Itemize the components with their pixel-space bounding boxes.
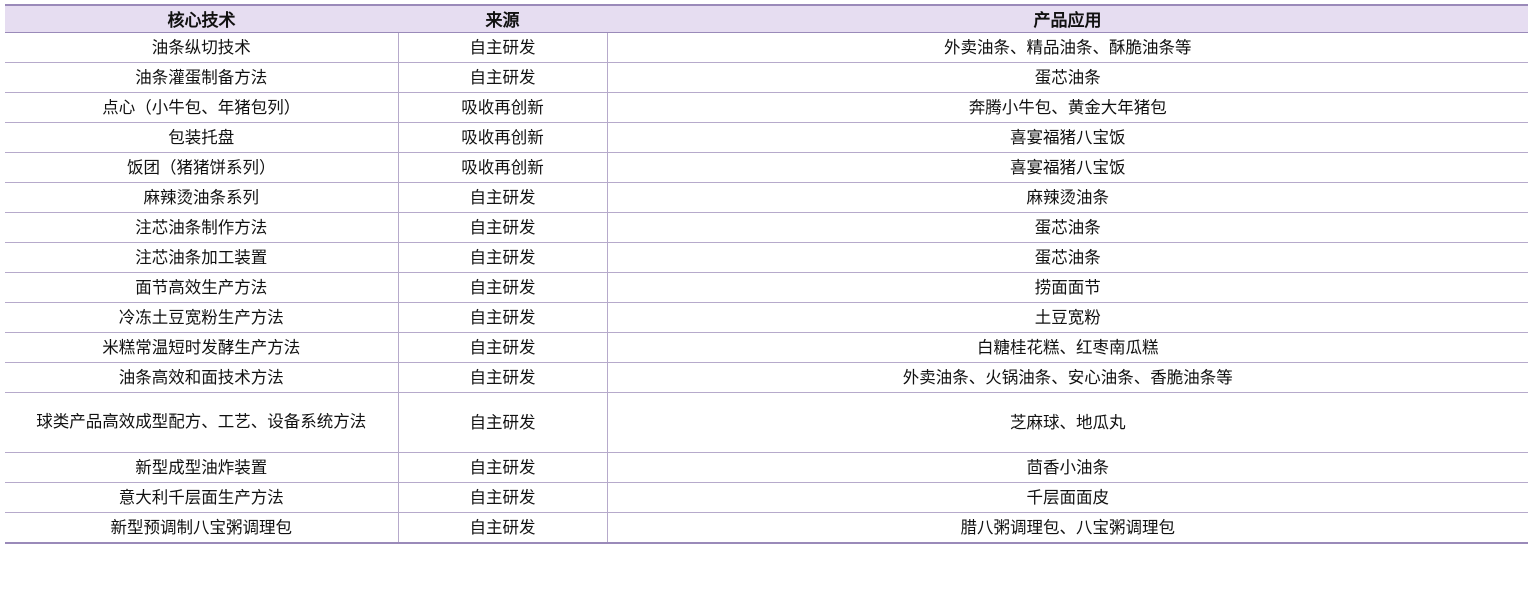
cell-technology: 面节高效生产方法: [5, 272, 398, 303]
cell-application: 喜宴福猪八宝饭: [607, 152, 1528, 183]
table-row: 点心（小牛包、年猪包列） 吸收再创新 奔腾小牛包、黄金大年猪包: [5, 92, 1528, 123]
cell-source: 吸收再创新: [397, 122, 608, 153]
cell-technology: 球类产品高效成型配方、工艺、设备系统方法: [5, 392, 398, 453]
cell-source: 自主研发: [397, 242, 608, 273]
table-row: 饭团（猪猪饼系列） 吸收再创新 喜宴福猪八宝饭: [5, 152, 1528, 183]
cell-source: 自主研发: [397, 512, 608, 544]
cell-application: 茴香小油条: [607, 452, 1528, 483]
cell-technology: 注芯油条制作方法: [5, 212, 398, 243]
cell-source: 自主研发: [397, 32, 608, 63]
cell-application: 蛋芯油条: [607, 212, 1528, 243]
table-row: 新型成型油炸装置 自主研发 茴香小油条: [5, 452, 1528, 483]
cell-application: 外卖油条、精品油条、酥脆油条等: [607, 32, 1528, 63]
cell-application: 麻辣烫油条: [607, 182, 1528, 213]
cell-source: 吸收再创新: [397, 152, 608, 183]
cell-technology: 注芯油条加工装置: [5, 242, 398, 273]
header-technology: 核心技术: [5, 4, 398, 33]
cell-technology: 饭团（猪猪饼系列）: [5, 152, 398, 183]
cell-technology: 油条纵切技术: [5, 32, 398, 63]
cell-source: 自主研发: [397, 392, 608, 453]
cell-technology: 意大利千层面生产方法: [5, 482, 398, 513]
header-source: 来源: [398, 4, 607, 33]
table-row: 注芯油条加工装置 自主研发 蛋芯油条: [5, 242, 1528, 273]
cell-application: 捞面面节: [607, 272, 1528, 303]
header-application: 产品应用: [607, 4, 1528, 33]
table-row: 油条高效和面技术方法 自主研发 外卖油条、火锅油条、安心油条、香脆油条等: [5, 362, 1528, 393]
cell-application: 白糖桂花糕、红枣南瓜糕: [607, 332, 1528, 363]
cell-source: 自主研发: [397, 182, 608, 213]
cell-source: 自主研发: [397, 362, 608, 393]
cell-source: 自主研发: [397, 482, 608, 513]
cell-technology: 新型预调制八宝粥调理包: [5, 512, 398, 544]
cell-application: 喜宴福猪八宝饭: [607, 122, 1528, 153]
cell-source: 自主研发: [397, 272, 608, 303]
cell-technology: 油条高效和面技术方法: [5, 362, 398, 393]
cell-source: 自主研发: [397, 452, 608, 483]
cell-application: 蛋芯油条: [607, 242, 1528, 273]
cell-source: 自主研发: [397, 332, 608, 363]
cell-technology: 麻辣烫油条系列: [5, 182, 398, 213]
cell-technology: 包装托盘: [5, 122, 398, 153]
cell-source: 自主研发: [397, 62, 608, 93]
table-row: 冷冻土豆宽粉生产方法 自主研发 土豆宽粉: [5, 302, 1528, 333]
table-row: 新型预调制八宝粥调理包 自主研发 腊八粥调理包、八宝粥调理包: [5, 512, 1528, 544]
cell-technology: 新型成型油炸装置: [5, 452, 398, 483]
core-technology-table: 核心技术 来源 产品应用 油条纵切技术 自主研发 外卖油条、精品油条、酥脆油条等…: [5, 4, 1528, 544]
cell-source: 吸收再创新: [397, 92, 608, 123]
cell-source: 自主研发: [397, 212, 608, 243]
cell-technology: 冷冻土豆宽粉生产方法: [5, 302, 398, 333]
cell-technology: 点心（小牛包、年猪包列）: [5, 92, 398, 123]
table-row: 油条灌蛋制备方法 自主研发 蛋芯油条: [5, 62, 1528, 93]
cell-application: 外卖油条、火锅油条、安心油条、香脆油条等: [607, 362, 1528, 393]
document-page: 核心技术 来源 产品应用 油条纵切技术 自主研发 外卖油条、精品油条、酥脆油条等…: [0, 0, 1533, 614]
cell-technology: 油条灌蛋制备方法: [5, 62, 398, 93]
table-row: 注芯油条制作方法 自主研发 蛋芯油条: [5, 212, 1528, 243]
table-row: 面节高效生产方法 自主研发 捞面面节: [5, 272, 1528, 303]
table-row: 油条纵切技术 自主研发 外卖油条、精品油条、酥脆油条等: [5, 32, 1528, 63]
cell-application: 千层面面皮: [607, 482, 1528, 513]
cell-technology: 米糕常温短时发酵生产方法: [5, 332, 398, 363]
cell-application: 土豆宽粉: [607, 302, 1528, 333]
table-row: 包装托盘 吸收再创新 喜宴福猪八宝饭: [5, 122, 1528, 153]
table-row: 麻辣烫油条系列 自主研发 麻辣烫油条: [5, 182, 1528, 213]
table-row: 球类产品高效成型配方、工艺、设备系统方法 自主研发 芝麻球、地瓜丸: [5, 392, 1528, 453]
table-row: 意大利千层面生产方法 自主研发 千层面面皮: [5, 482, 1528, 513]
cell-source: 自主研发: [397, 302, 608, 333]
cell-application: 蛋芯油条: [607, 62, 1528, 93]
cell-application: 奔腾小牛包、黄金大年猪包: [607, 92, 1528, 123]
cell-application: 腊八粥调理包、八宝粥调理包: [607, 512, 1528, 544]
table-header-row: 核心技术 来源 产品应用: [5, 4, 1528, 33]
table-row: 米糕常温短时发酵生产方法 自主研发 白糖桂花糕、红枣南瓜糕: [5, 332, 1528, 363]
cell-application: 芝麻球、地瓜丸: [607, 392, 1528, 453]
